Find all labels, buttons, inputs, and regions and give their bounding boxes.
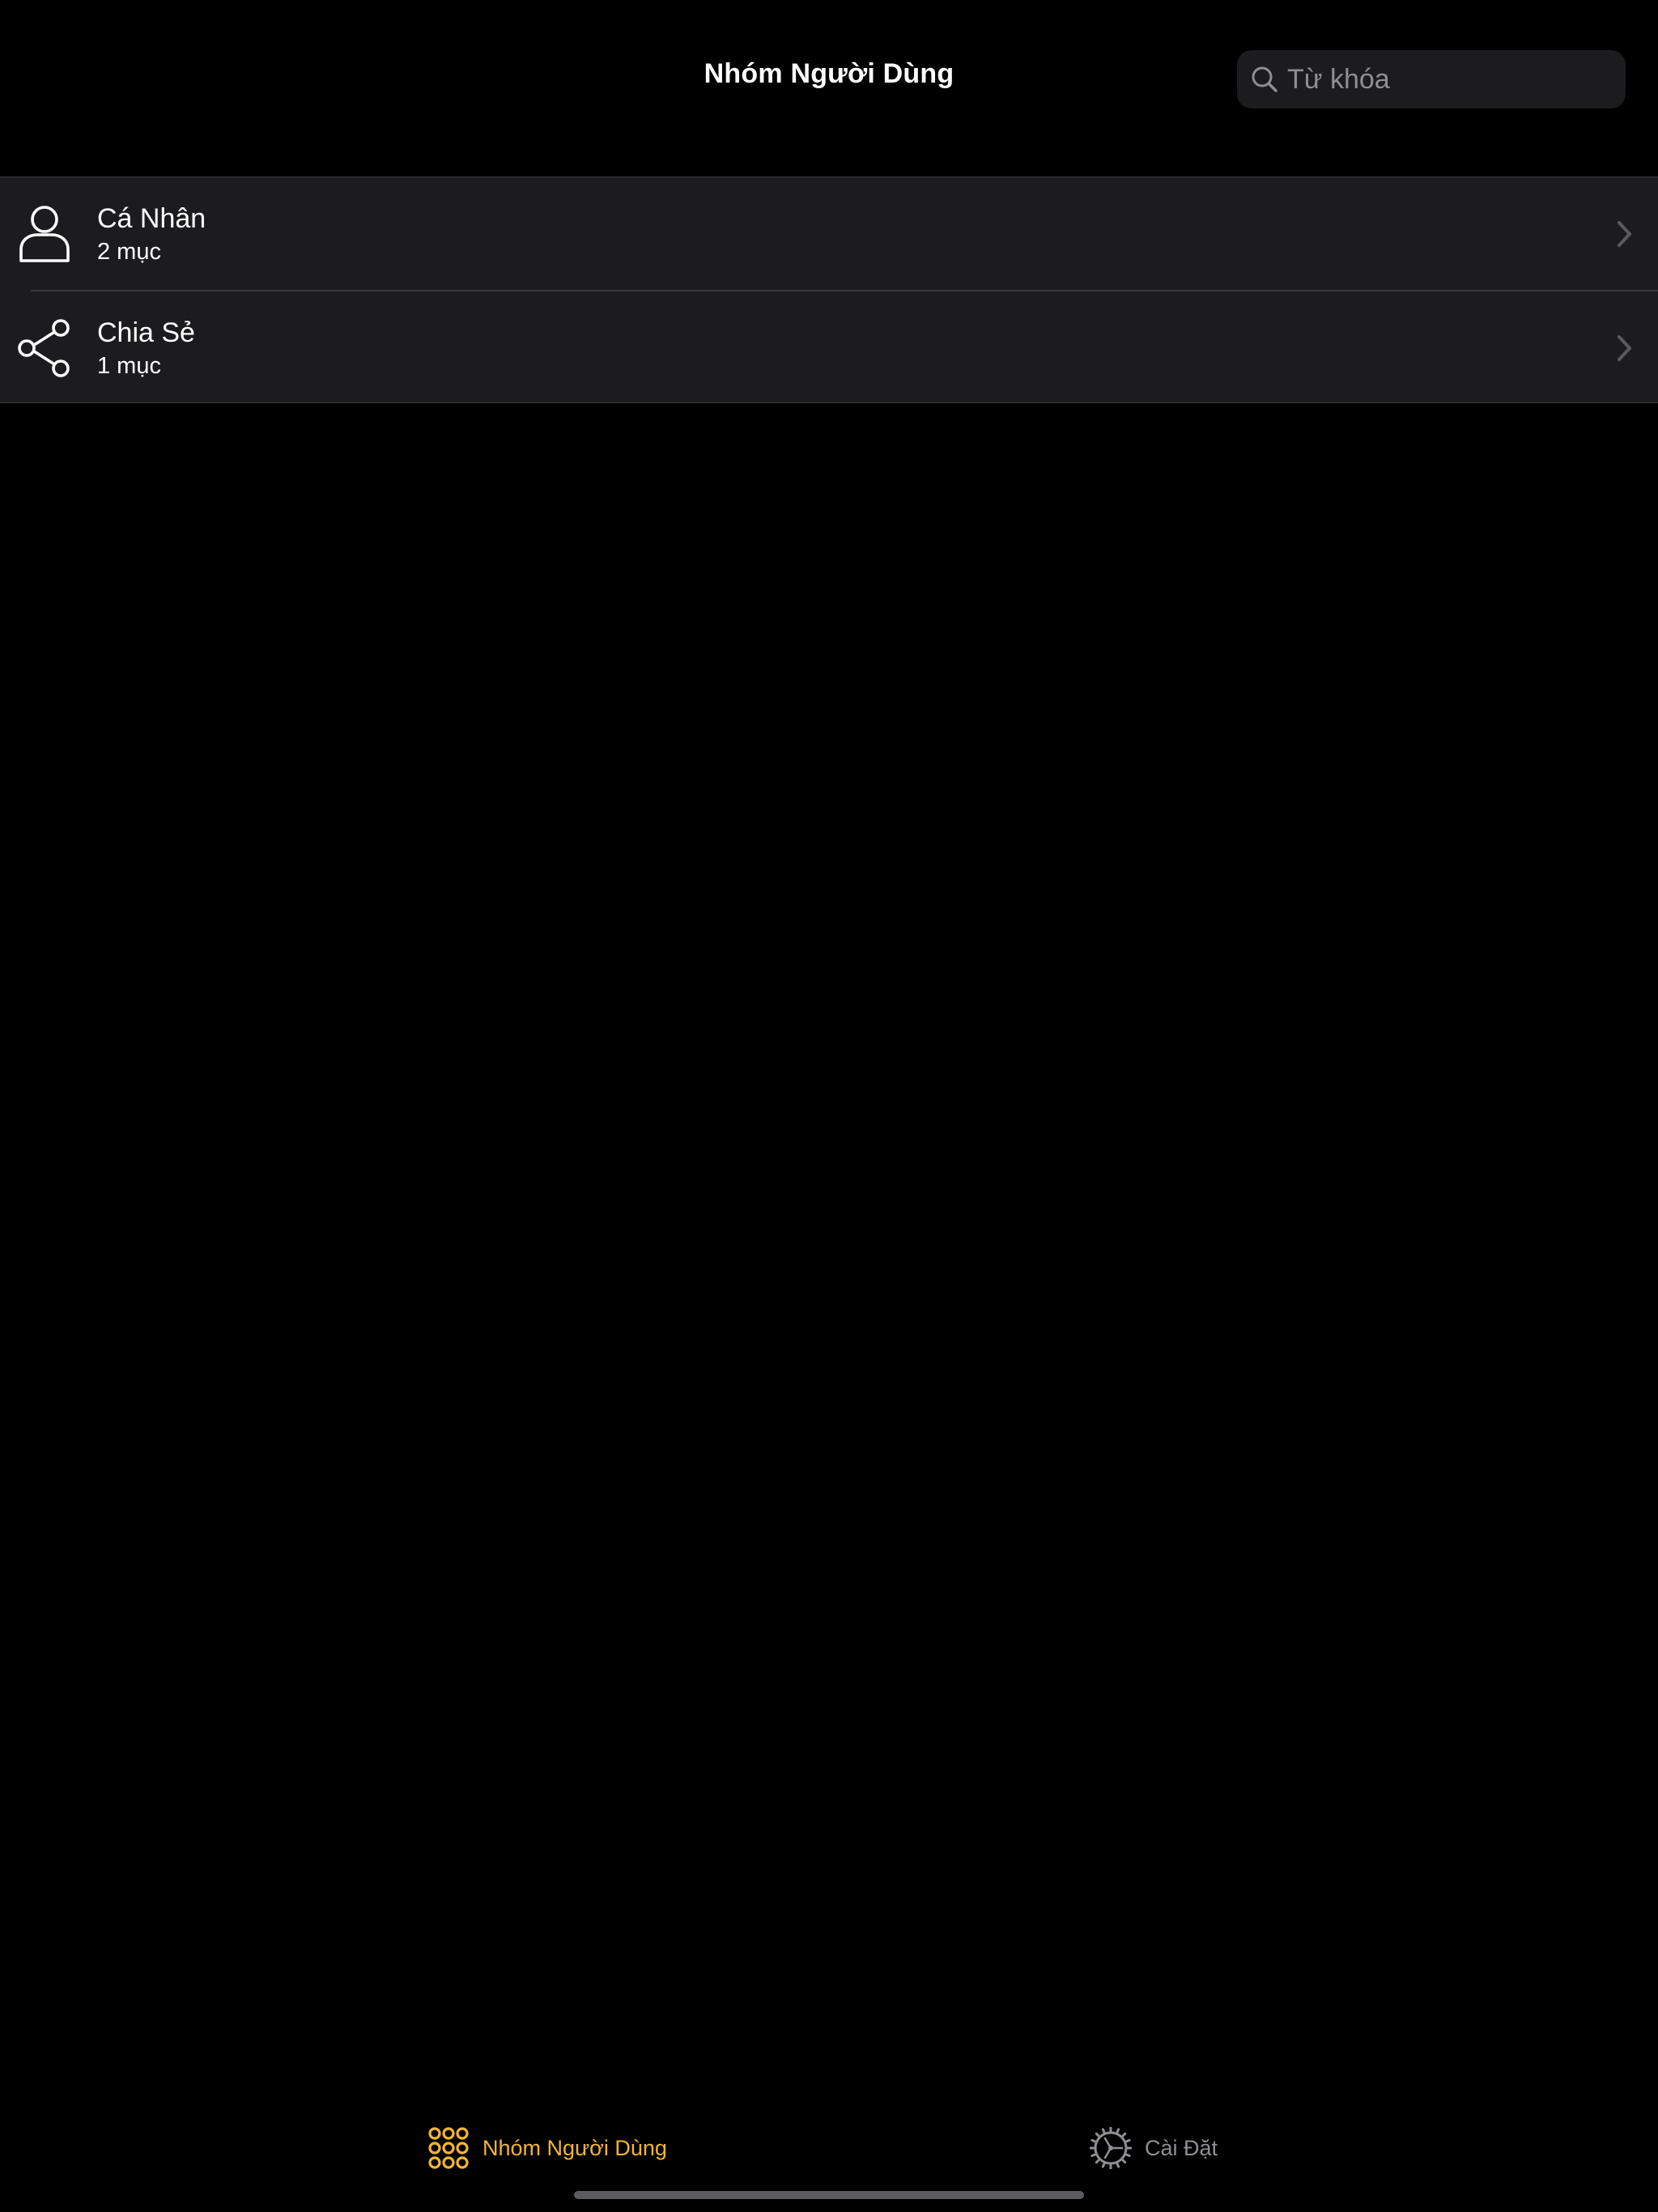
chevron-right-icon bbox=[1616, 334, 1634, 363]
tab-bar: Nhóm Người Dùng Cài Đặt bbox=[0, 2113, 1658, 2183]
list-item-shared[interactable]: Chia Sẻ 1 mục bbox=[18, 290, 1658, 402]
list-item-title: Chia Sẻ bbox=[97, 317, 195, 348]
tab-label: Cài Đặt bbox=[1145, 2135, 1218, 2160]
person-icon bbox=[16, 204, 73, 264]
search-field[interactable] bbox=[1237, 50, 1626, 108]
gear-icon bbox=[1090, 2127, 1132, 2169]
search-input[interactable] bbox=[1287, 55, 1611, 104]
grid-dots-icon bbox=[427, 2127, 470, 2169]
share-icon bbox=[16, 318, 73, 378]
list-item-personal[interactable]: Cá Nhân 2 mục bbox=[0, 177, 1658, 290]
list-item-count: 1 mục bbox=[97, 353, 161, 379]
chevron-right-icon bbox=[1616, 219, 1634, 249]
list-item-count: 2 mục bbox=[97, 239, 161, 265]
tab-label: Nhóm Người Dùng bbox=[483, 2135, 667, 2160]
tab-settings[interactable]: Cài Đặt bbox=[1090, 2113, 1218, 2183]
tab-user-groups[interactable]: Nhóm Người Dùng bbox=[427, 2113, 667, 2183]
list-item-title: Cá Nhân bbox=[97, 203, 206, 234]
search-icon bbox=[1248, 63, 1281, 96]
home-indicator[interactable] bbox=[574, 2191, 1084, 2199]
group-list: Cá Nhân 2 mục Chia Sẻ 1 mục bbox=[0, 177, 1658, 403]
